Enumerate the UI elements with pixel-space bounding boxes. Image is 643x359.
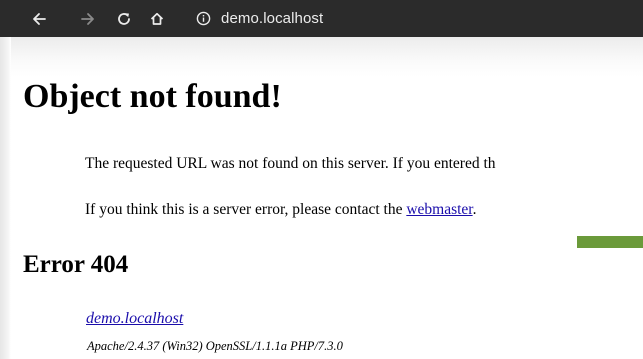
host-link[interactable]: demo.localhost bbox=[86, 310, 183, 328]
server-signature: Apache/2.4.37 (Win32) OpenSSL/1.1.1a PHP… bbox=[87, 339, 343, 353]
page-title: Object not found! bbox=[23, 78, 282, 115]
page-content: Object not found! The requested URL was … bbox=[0, 0, 643, 359]
contact-message-text: If you think this is a server error, ple… bbox=[85, 201, 407, 218]
webmaster-link[interactable]: webmaster bbox=[406, 201, 472, 218]
error-code-heading: Error 404 bbox=[23, 251, 129, 278]
accent-bar bbox=[577, 236, 643, 248]
contact-message: If you think this is a server error, ple… bbox=[85, 201, 477, 219]
error-message: The requested URL was not found on this … bbox=[85, 155, 496, 172]
contact-message-period: . bbox=[472, 201, 477, 218]
